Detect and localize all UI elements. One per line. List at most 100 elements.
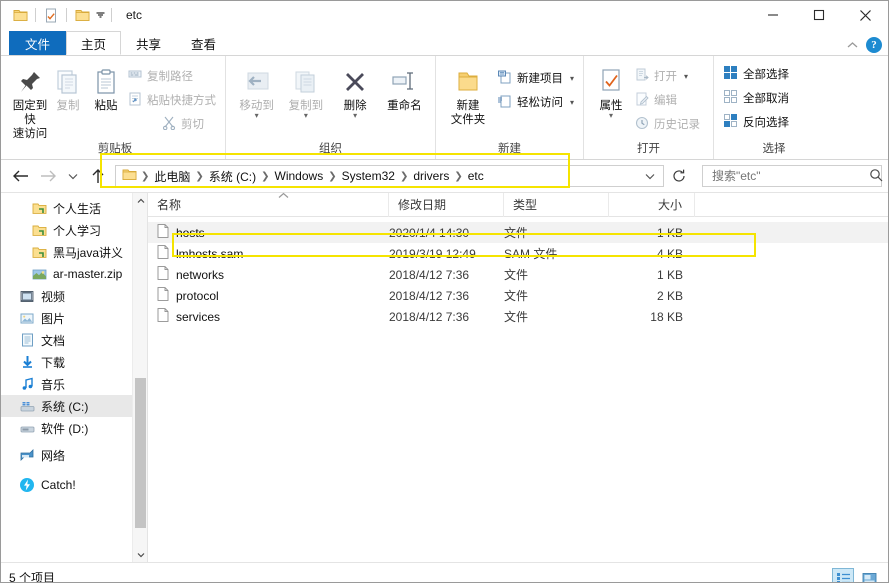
sidebar-item-personal-life[interactable]: 个人生活 (1, 197, 147, 219)
title-bar: etc (1, 1, 888, 29)
scroll-up-arrow-icon[interactable] (133, 193, 147, 208)
easy-access-button[interactable]: 轻松访问 ▾ (494, 92, 577, 112)
pin-to-quick-access-button[interactable]: 固定到快 速访问 (11, 60, 49, 141)
customize-dropdown-icon[interactable] (93, 5, 107, 25)
open-caret-icon[interactable]: ▾ (684, 72, 688, 81)
edit-button[interactable]: 编辑 (632, 90, 703, 110)
breadcrumb-item-4[interactable]: drivers (409, 169, 453, 183)
search-box[interactable] (702, 165, 883, 187)
breadcrumb-sep-4[interactable]: ❯ (399, 171, 409, 182)
new-folder-button[interactable]: 新建 文件夹 (442, 60, 494, 127)
select-all-button[interactable]: 全部选择 (720, 64, 792, 84)
new-item-caret-icon[interactable]: ▾ (570, 74, 574, 83)
breadcrumb-sep-3[interactable]: ❯ (327, 171, 337, 182)
sidebar-item-downloads[interactable]: 下载 (1, 351, 147, 373)
search-icon[interactable] (869, 168, 883, 185)
new-item-label: 新建项目 (516, 73, 563, 85)
delete-caret-icon[interactable]: ▾ (353, 112, 357, 120)
sidebar-item-ar-master-zip[interactable]: ar-master.zip (1, 263, 147, 285)
up-button[interactable] (85, 163, 111, 189)
paste-shortcut-button[interactable]: 粘贴快捷方式 (125, 90, 219, 110)
breadcrumb-sep-1[interactable]: ❯ (194, 171, 204, 182)
qat-separator-1 (35, 8, 36, 22)
table-row[interactable]: lmhosts.sam 2019/3/19 12:49 SAM 文件 4 KB (148, 243, 888, 264)
paste-button[interactable]: 粘贴 (87, 60, 125, 113)
properties-caret-icon[interactable]: ▾ (609, 112, 613, 120)
tab-share[interactable]: 共享 (121, 31, 176, 55)
back-button[interactable] (7, 163, 33, 189)
file-name-cell: services (148, 306, 389, 327)
sidebar-scroll-thumb[interactable] (135, 378, 146, 528)
sidebar-item-personal-study[interactable]: 个人学习 (1, 219, 147, 241)
minimize-button[interactable] (750, 1, 796, 29)
sidebar-item-system-c[interactable]: 系统 (C:) (1, 395, 147, 417)
select-none-button[interactable]: 全部取消 (720, 88, 792, 108)
copy-to-caret-icon[interactable]: ▾ (304, 112, 308, 120)
file-date: 2018/4/12 7:36 (389, 267, 470, 282)
cut-button[interactable]: 剪切 (159, 114, 219, 134)
close-button[interactable] (842, 1, 888, 29)
breadcrumb-item-0[interactable]: 此电脑 (150, 168, 194, 185)
easy-access-caret-icon[interactable]: ▾ (570, 98, 574, 107)
sidebar-item-network[interactable]: 网络 (1, 444, 147, 466)
tab-home[interactable]: 主页 (66, 31, 122, 55)
move-to-button[interactable]: 移动到 ▾ (232, 60, 281, 120)
ribbon-tabs: 文件 主页 共享 查看 ? (1, 29, 888, 55)
sidebar-label: 软件 (D:) (41, 421, 89, 436)
sidebar-item-pictures[interactable]: 图片 (1, 307, 147, 329)
forward-button[interactable] (35, 163, 61, 189)
scroll-down-arrow-icon[interactable] (133, 547, 147, 562)
recent-locations-button[interactable] (63, 163, 83, 189)
open-button[interactable]: 打开 ▾ (632, 66, 703, 86)
sidebar-item-heima-java[interactable]: 黑马java讲义 (1, 241, 147, 263)
breadcrumb-sep-2[interactable]: ❯ (260, 171, 270, 182)
new-folder-icon[interactable] (71, 4, 93, 26)
sidebar-scrollbar[interactable] (132, 193, 147, 562)
address-dropdown-icon[interactable] (639, 169, 661, 183)
tab-view[interactable]: 查看 (176, 31, 231, 55)
column-header-name[interactable]: 名称 (148, 192, 389, 217)
breadcrumb-sep-5[interactable]: ❯ (453, 171, 463, 182)
collapse-ribbon-icon[interactable] (847, 38, 858, 52)
details-view-button[interactable] (832, 568, 854, 582)
rename-button[interactable]: 重命名 (380, 60, 429, 113)
refresh-button[interactable] (666, 163, 692, 189)
sidebar-item-videos[interactable]: 视频 (1, 285, 147, 307)
ribbon-group-select: 全部选择 全部取消 反向选择 选择 (714, 56, 834, 159)
delete-button[interactable]: 删除 ▾ (331, 60, 380, 120)
search-input[interactable] (710, 168, 869, 184)
address-input[interactable]: ❯ 此电脑 ❯ 系统 (C:) ❯ Windows ❯ System32 ❯ d… (115, 165, 664, 187)
ribbon-group-clipboard: 固定到快 速访问 复制 粘贴 复制路径 粘贴快捷方式 剪切 剪贴板 (5, 56, 226, 159)
properties-icon[interactable] (40, 4, 62, 26)
large-icons-view-button[interactable] (858, 568, 880, 582)
folder-icon[interactable] (9, 4, 31, 26)
breadcrumb-item-1[interactable]: 系统 (C:) (205, 168, 260, 185)
new-item-button[interactable]: 新建项目 ▾ (494, 68, 577, 88)
breadcrumb-item-5[interactable]: etc (464, 169, 488, 183)
sidebar-item-catch[interactable]: Catch! (1, 474, 147, 496)
help-icon[interactable]: ? (866, 37, 882, 53)
column-header-date[interactable]: 修改日期 (389, 192, 504, 217)
table-row[interactable]: hosts 2020/1/4 14:30 文件 1 KB (148, 222, 888, 243)
cut-label: 剪切 (181, 119, 204, 131)
sidebar-item-software-d[interactable]: 软件 (D:) (1, 417, 147, 439)
column-header-size[interactable]: 大小 (609, 192, 695, 217)
properties-button[interactable]: 属性 ▾ (590, 60, 632, 120)
maximize-button[interactable] (796, 1, 842, 29)
column-header-type[interactable]: 类型 (504, 192, 609, 217)
address-folder-icon (122, 168, 137, 184)
table-row[interactable]: protocol 2018/4/12 7:36 文件 2 KB (148, 285, 888, 306)
copy-to-button[interactable]: 复制到 ▾ (281, 60, 330, 120)
copy-button[interactable]: 复制 (49, 60, 87, 113)
tab-file[interactable]: 文件 (9, 31, 67, 55)
move-to-caret-icon[interactable]: ▾ (255, 112, 259, 120)
sidebar-item-documents[interactable]: 文档 (1, 329, 147, 351)
invert-selection-button[interactable]: 反向选择 (720, 112, 792, 132)
table-row[interactable]: networks 2018/4/12 7:36 文件 1 KB (148, 264, 888, 285)
history-button[interactable]: 历史记录 (632, 114, 703, 134)
copy-path-button[interactable]: 复制路径 (125, 66, 219, 86)
breadcrumb-item-2[interactable]: Windows (271, 169, 328, 183)
table-row[interactable]: services 2018/4/12 7:36 文件 18 KB (148, 306, 888, 327)
breadcrumb-item-3[interactable]: System32 (338, 169, 399, 183)
sidebar-item-music[interactable]: 音乐 (1, 373, 147, 395)
